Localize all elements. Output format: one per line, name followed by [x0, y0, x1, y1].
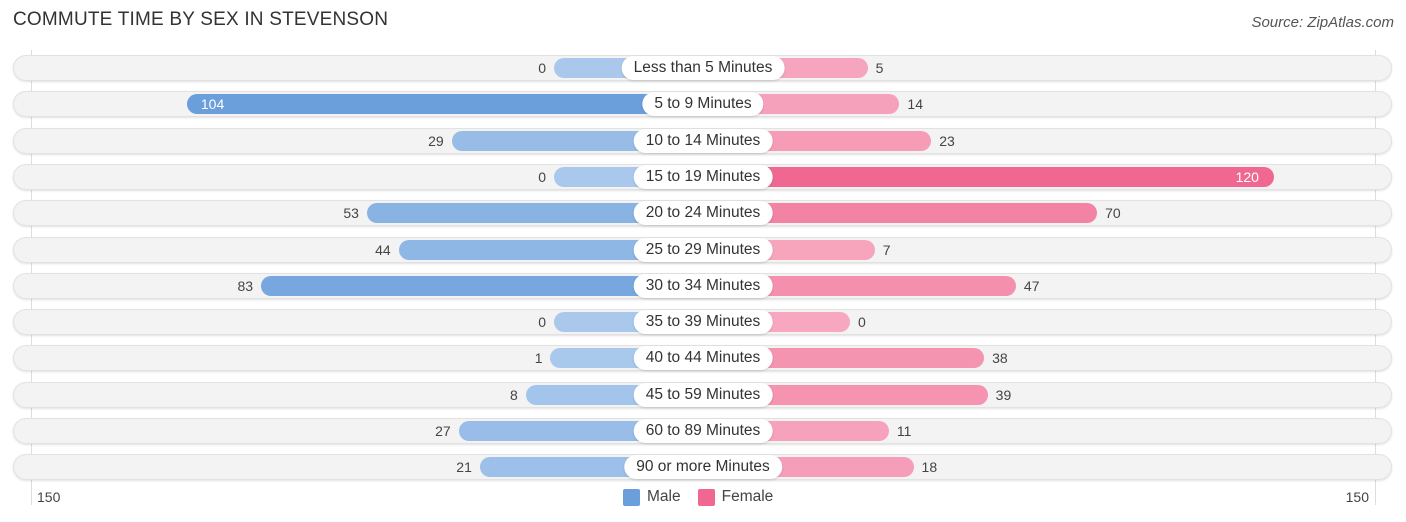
- value-label-male: 27: [435, 423, 451, 439]
- legend-label-female: Female: [721, 488, 774, 505]
- value-label-male: 83: [237, 277, 254, 294]
- value-label-female: 39: [995, 386, 1012, 403]
- category-label: 20 to 24 Minutes: [633, 201, 773, 226]
- bar-male[interactable]: [186, 94, 703, 115]
- value-label-male: 104: [200, 96, 225, 113]
- value-label-female: 120: [1235, 168, 1259, 185]
- value-label-male: 53: [343, 205, 359, 222]
- category-label: 5 to 9 Minutes: [642, 92, 764, 117]
- value-label-male: 29: [428, 132, 444, 149]
- value-label-male: 0: [538, 168, 546, 185]
- value-label-male: 44: [375, 241, 391, 258]
- value-label-male: 0: [538, 60, 546, 76]
- category-label: 15 to 19 Minutes: [633, 164, 773, 189]
- axis-tick-left: 150: [37, 489, 61, 505]
- value-label-female: 18: [921, 459, 938, 476]
- category-label: 90 or more Minutes: [624, 455, 782, 480]
- axis-tick-right: 150: [1345, 489, 1369, 505]
- category-label: Less than 5 Minutes: [621, 56, 785, 80]
- value-label-male: 0: [538, 314, 546, 331]
- category-label: 10 to 14 Minutes: [633, 128, 773, 153]
- category-label: 45 to 59 Minutes: [633, 382, 773, 407]
- value-label-female: 38: [992, 350, 1008, 367]
- value-label-male: 1: [534, 350, 543, 367]
- category-label: 60 to 89 Minutes: [633, 419, 773, 443]
- value-label-female: 23: [939, 132, 955, 149]
- value-label-female: 0: [858, 314, 866, 331]
- legend: Male Female: [623, 488, 790, 506]
- value-label-female: 14: [907, 96, 923, 113]
- legend-swatch-male: [623, 488, 640, 506]
- category-label: 35 to 39 Minutes: [633, 310, 773, 335]
- legend-item-female[interactable]: Female: [697, 488, 774, 506]
- value-label-male: 8: [509, 386, 518, 403]
- category-label: 25 to 29 Minutes: [633, 237, 773, 262]
- value-label-female: 11: [896, 423, 912, 439]
- value-label-female: 5: [875, 60, 884, 76]
- diverging-bar-chart: 0 5 Less than 5 Minutes 104 14 5 to 9 Minutes…: [0, 0, 1406, 522]
- legend-item-male[interactable]: Male: [623, 488, 681, 506]
- value-label-female: 70: [1105, 205, 1121, 222]
- legend-swatch-female: [697, 488, 715, 506]
- legend-label-male: Male: [647, 488, 681, 505]
- value-label-male: 21: [456, 459, 472, 476]
- value-label-female: 7: [882, 241, 891, 258]
- category-label: 30 to 34 Minutes: [633, 273, 773, 298]
- bar-female[interactable]: [703, 166, 1274, 187]
- category-label: 40 to 44 Minutes: [633, 346, 773, 371]
- value-label-female: 47: [1023, 277, 1040, 294]
